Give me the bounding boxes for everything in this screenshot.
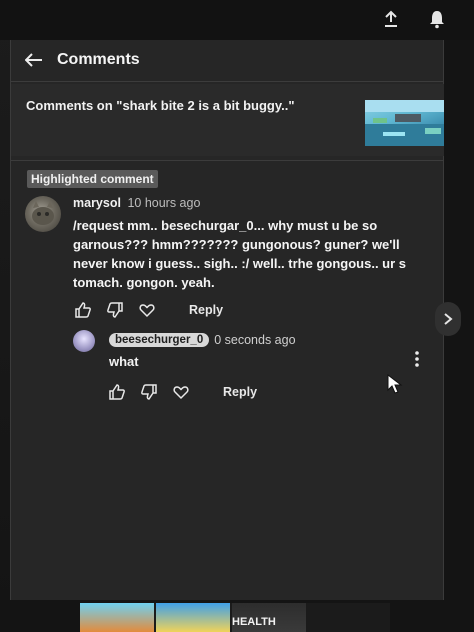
panel-header: Comments xyxy=(11,40,445,80)
mouse-cursor-icon xyxy=(387,373,403,394)
heart-icon[interactable] xyxy=(137,300,157,320)
game-tile[interactable] xyxy=(156,603,230,632)
context-divider xyxy=(11,160,445,161)
heart-icon[interactable] xyxy=(171,382,191,402)
thumbs-down-icon[interactable] xyxy=(105,300,125,320)
video-thumbnail[interactable] xyxy=(365,100,445,146)
comment-actions: Reply xyxy=(73,300,223,320)
upload-icon[interactable] xyxy=(380,8,402,30)
screen: Comments Comments on "shark bite 2 is a … xyxy=(0,0,474,632)
comment-time[interactable]: 10 hours ago xyxy=(127,196,200,210)
highlighted-badge: Highlighted comment xyxy=(27,170,158,188)
avatar[interactable] xyxy=(25,196,61,232)
page-title: Comments xyxy=(57,51,140,68)
comment-author-line: marysol 10 hours ago xyxy=(73,196,200,210)
reply-text: what xyxy=(109,354,139,369)
thumbs-up-icon[interactable] xyxy=(107,382,127,402)
comment-author[interactable]: marysol xyxy=(73,196,121,210)
reply-button[interactable]: Reply xyxy=(189,303,223,317)
reply-time[interactable]: 0 seconds ago xyxy=(214,333,295,347)
reply-button[interactable]: Reply xyxy=(223,385,257,399)
comment-text: /request mm.. besechurgar_0... why must … xyxy=(73,218,407,290)
chevron-right-icon[interactable] xyxy=(435,302,461,336)
game-tile[interactable] xyxy=(80,603,154,632)
comments-panel: Comments Comments on "shark bite 2 is a … xyxy=(10,40,445,600)
thumbs-down-icon[interactable] xyxy=(139,382,159,402)
thumbs-up-icon[interactable] xyxy=(73,300,93,320)
reply-author[interactable]: beesechurger_0 xyxy=(109,333,210,347)
more-vertical-icon[interactable] xyxy=(411,350,423,368)
reply-avatar[interactable] xyxy=(73,330,95,352)
arrow-left-icon[interactable] xyxy=(23,49,45,71)
game-tile-label: HEALTH xyxy=(232,616,276,628)
bell-icon[interactable] xyxy=(426,8,448,30)
video-context-text: Comments on "shark bite 2 is a bit buggy… xyxy=(26,98,295,113)
page-edge xyxy=(444,40,474,632)
reply-actions: Reply xyxy=(107,382,257,402)
reply-author-line: beesechurger_0 0 seconds ago xyxy=(109,333,296,347)
header-divider xyxy=(11,81,445,82)
top-bar xyxy=(0,0,474,40)
video-context-row[interactable]: Comments on "shark bite 2 is a bit buggy… xyxy=(11,84,445,156)
